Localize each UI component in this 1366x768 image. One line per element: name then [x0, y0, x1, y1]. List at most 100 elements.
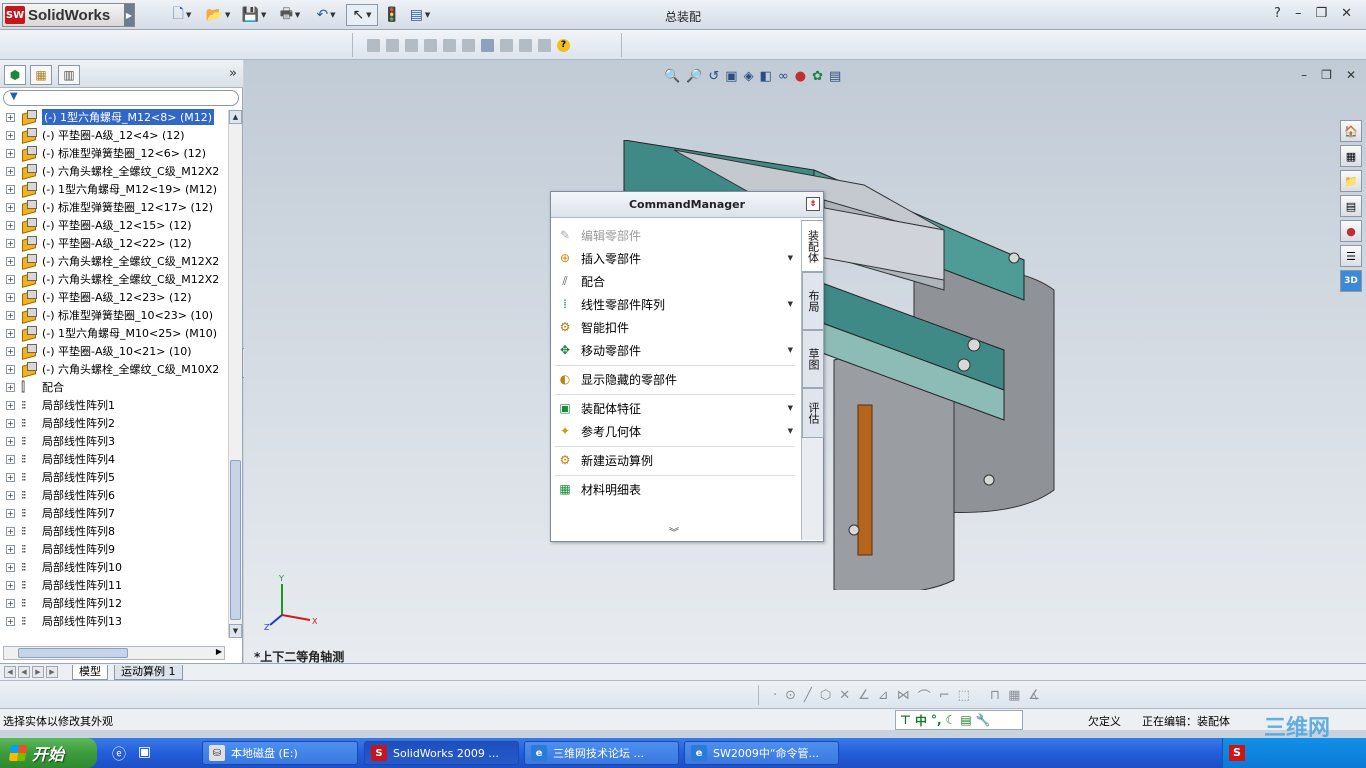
more-commands-icon[interactable]: ︾	[669, 524, 679, 539]
command-item[interactable]: ▦ 材料明细表	[557, 478, 797, 500]
tree-item[interactable]: + 局部线性阵列11	[0, 576, 228, 594]
ime-toolbar[interactable]: ⊤ 中 °, ☾ ▤ 🔧	[895, 710, 1023, 730]
tree-item[interactable]: + (-) 六角头螺栓_全螺纹_C级_M10X2	[0, 360, 228, 378]
hide-show-items-icon[interactable]: ∞	[778, 69, 789, 84]
hscroll-thumb[interactable]	[18, 648, 128, 658]
dropdown-arrow-icon[interactable]: ▼	[788, 427, 793, 435]
expand-node-icon[interactable]: +	[6, 274, 15, 284]
expand-node-icon[interactable]: +	[6, 544, 15, 554]
tree-filter[interactable]: ▼	[3, 90, 239, 106]
scroll-up-icon[interactable]: ▲	[229, 110, 242, 124]
expand-node-icon[interactable]: +	[6, 400, 15, 410]
cm-tab[interactable]: 评估	[802, 388, 824, 438]
tab-motion-study[interactable]: 运动算例 1	[114, 665, 183, 680]
circle-icon[interactable]: ⊙	[785, 688, 796, 703]
viewport-restore-button[interactable]: ❐	[1321, 68, 1332, 82]
tree-item[interactable]: + 局部线性阵列1	[0, 396, 228, 414]
offset-icon[interactable]: ⊿	[878, 688, 889, 703]
expand-node-icon[interactable]: +	[6, 292, 15, 302]
tree-item[interactable]: + (-) 标准型弹簧垫圈_12<6> (12)	[0, 144, 228, 162]
display-style-icon[interactable]: ◧	[760, 69, 772, 84]
expand-node-icon[interactable]: +	[6, 130, 15, 140]
ime-moon-icon[interactable]: ☾	[946, 713, 957, 727]
pin-icon[interactable]: ⇟	[806, 197, 820, 211]
command-item[interactable]: ◐ 显示隐藏的零部件	[557, 368, 797, 390]
custom-properties-icon[interactable]: ☰	[1340, 245, 1362, 267]
file-explorer-icon[interactable]: 📁	[1340, 170, 1362, 192]
configuration-manager-tab[interactable]: ▥	[58, 65, 80, 85]
tree-item[interactable]: + 局部线性阵列8	[0, 522, 228, 540]
expand-node-icon[interactable]: +	[6, 526, 15, 536]
section-view-icon[interactable]: ▣	[725, 69, 737, 84]
tree-item[interactable]: + (-) 平垫圈-A级_12<22> (12)	[0, 234, 228, 252]
tree-item[interactable]: + (-) 标准型弹簧垫圈_12<17> (12)	[0, 198, 228, 216]
3d-content-icon[interactable]: 3D	[1340, 270, 1362, 292]
help-button[interactable]: ?	[1274, 6, 1281, 21]
expand-node-icon[interactable]: +	[6, 346, 15, 356]
tree-item[interactable]: + 局部线性阵列3	[0, 432, 228, 450]
expand-node-icon[interactable]: +	[6, 382, 15, 392]
tree-item[interactable]: + (-) 标准型弹簧垫圈_10<23> (10)	[0, 306, 228, 324]
tree-item[interactable]: + 局部线性阵列4	[0, 450, 228, 468]
scroll-thumb[interactable]	[230, 460, 241, 620]
tree-item[interactable]: + 配合	[0, 378, 228, 396]
expand-node-icon[interactable]: +	[6, 148, 15, 158]
command-item[interactable]: ✦ 参考几何体 ▼	[557, 420, 797, 442]
view-palette-icon[interactable]: ▤	[1340, 195, 1362, 217]
show-desktop-icon[interactable]: ▣	[138, 744, 156, 762]
ime-logo-icon[interactable]: ⊤	[900, 713, 911, 727]
expand-node-icon[interactable]: +	[6, 310, 15, 320]
expand-node-icon[interactable]: +	[6, 256, 15, 266]
view-orientation-icon[interactable]: ◈	[744, 69, 754, 84]
view-settings-icon[interactable]: ▤	[829, 69, 841, 84]
viewport-minimize-button[interactable]: –	[1301, 68, 1307, 82]
prev-tab-icon[interactable]: ◀	[18, 666, 30, 678]
tree-horizontal-scrollbar[interactable]: ▶	[3, 646, 225, 660]
tree-item[interactable]: + (-) 六角头螺栓_全螺纹_C级_M12X2	[0, 270, 228, 288]
tool-icon[interactable]	[443, 38, 456, 52]
appearances-icon[interactable]: ●	[1340, 220, 1362, 242]
last-tab-icon[interactable]: ▶	[46, 666, 58, 678]
edit-appearance-icon[interactable]: ●	[795, 69, 806, 84]
tree-item[interactable]: + 局部线性阵列5	[0, 468, 228, 486]
tree-item[interactable]: + (-) 平垫圈-A级_12<4> (12)	[0, 126, 228, 144]
tray-app-icon[interactable]: S	[1229, 745, 1245, 761]
expand-node-icon[interactable]: +	[6, 598, 15, 608]
tree-vertical-scrollbar[interactable]: ▲ ▼	[228, 110, 242, 638]
tree-item[interactable]: + (-) 平垫圈-A级_12<23> (12)	[0, 288, 228, 306]
expand-panel-icon[interactable]: »	[229, 66, 237, 81]
viewport-close-button[interactable]: ✕	[1346, 68, 1356, 82]
tool-icon[interactable]	[367, 38, 380, 52]
property-manager-tab[interactable]: ▦	[30, 65, 52, 85]
zoom-to-area-icon[interactable]: 🔎	[686, 69, 702, 84]
start-button[interactable]: 开始	[0, 738, 97, 768]
ime-punctuation-icon[interactable]: °,	[931, 713, 942, 727]
first-tab-icon[interactable]: ◀	[4, 666, 16, 678]
next-tab-icon[interactable]: ▶	[32, 666, 44, 678]
tree-item[interactable]: + 局部线性阵列10	[0, 558, 228, 576]
restore-button[interactable]: ❐	[1315, 6, 1327, 21]
tree-item[interactable]: + (-) 平垫圈-A级_10<21> (10)	[0, 342, 228, 360]
tree-item[interactable]: + 局部线性阵列12	[0, 594, 228, 612]
command-item[interactable]: ⚙ 新建运动算例	[557, 449, 797, 471]
fillet-icon[interactable]: ⌒	[918, 686, 931, 705]
apply-scene-icon[interactable]: ✿	[812, 69, 823, 84]
chamfer-icon[interactable]: ⌐	[939, 688, 950, 703]
expand-node-icon[interactable]: +	[6, 418, 15, 428]
point-icon[interactable]: ·	[773, 688, 777, 703]
tree-item[interactable]: + 局部线性阵列13	[0, 612, 228, 630]
expand-node-icon[interactable]: +	[6, 238, 15, 248]
command-item[interactable]: ⚙ 智能扣件	[557, 316, 797, 338]
taskbar-item[interactable]: S SolidWorks 2009 ...	[364, 741, 519, 765]
zoom-to-fit-icon[interactable]: 🔍	[664, 69, 680, 84]
dimension-icon[interactable]: ⊓	[990, 688, 1000, 703]
trim-icon[interactable]: ✕	[839, 688, 850, 703]
command-item[interactable]: ▣ 装配体特征 ▼	[557, 397, 797, 419]
design-library-icon[interactable]: ▦	[1340, 145, 1362, 167]
expand-node-icon[interactable]: +	[6, 454, 15, 464]
expand-node-icon[interactable]: +	[6, 166, 15, 176]
previous-view-icon[interactable]: ↺	[708, 69, 719, 84]
expand-node-icon[interactable]: +	[6, 436, 15, 446]
tab-model[interactable]: 模型	[72, 665, 108, 680]
ime-mode[interactable]: 中	[915, 712, 927, 729]
